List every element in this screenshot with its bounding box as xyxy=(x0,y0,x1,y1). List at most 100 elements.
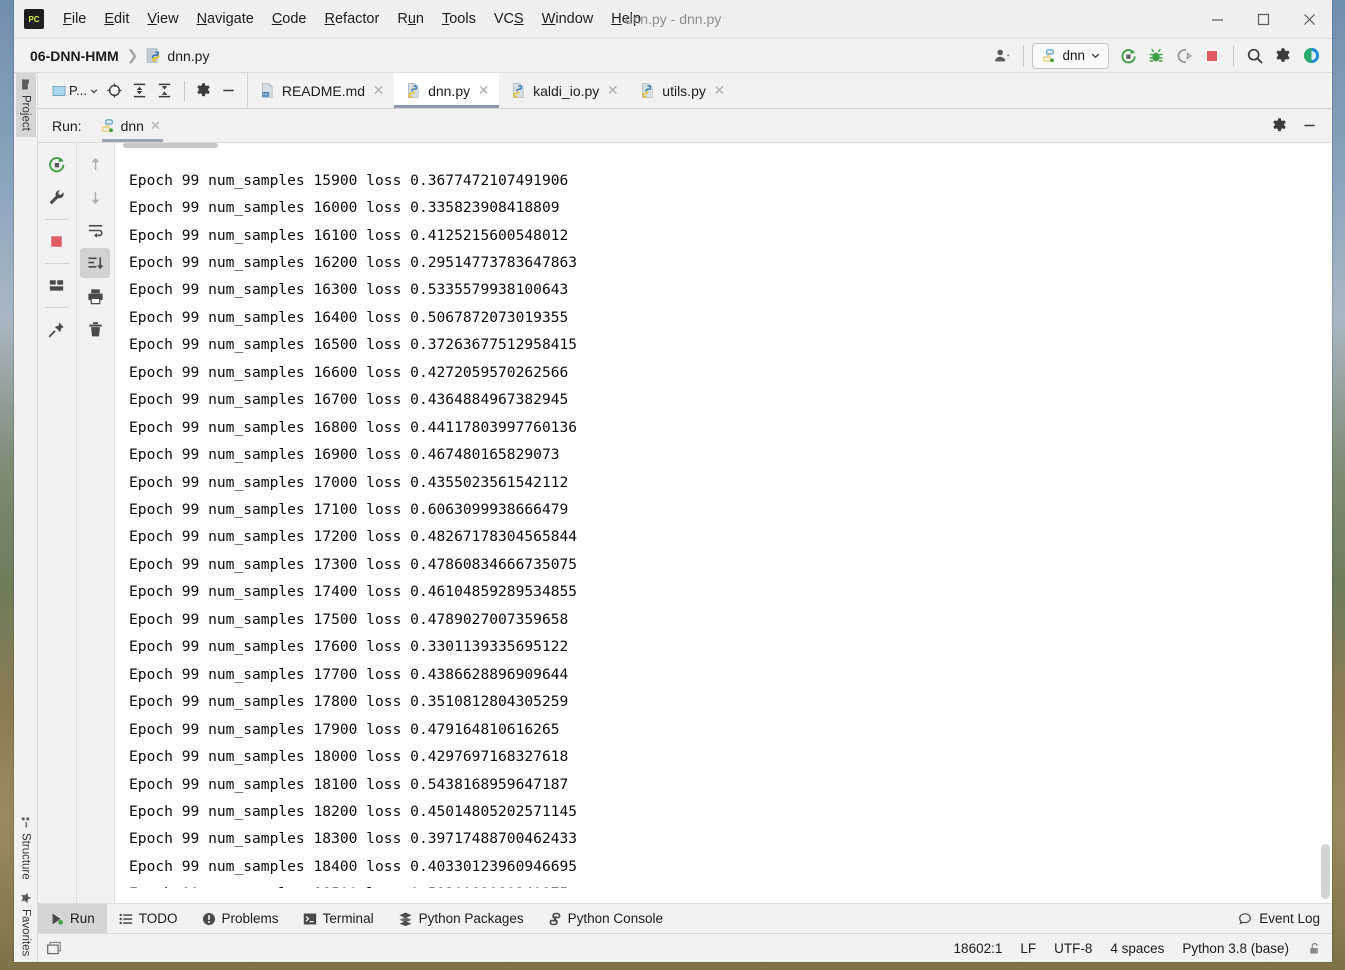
sidebar-item-structure[interactable]: Structure xyxy=(16,811,36,886)
gear-icon[interactable] xyxy=(1266,113,1292,139)
menu-edit[interactable]: Edit xyxy=(95,0,138,38)
wrench-icon[interactable] xyxy=(42,182,72,212)
pin-icon[interactable] xyxy=(42,314,72,344)
menu-tools[interactable]: Tools xyxy=(433,0,485,38)
console-text: Epoch 99 num_samples 15900 loss 0.367747… xyxy=(129,171,578,889)
python-run-icon xyxy=(100,118,115,133)
locate-icon[interactable] xyxy=(103,79,127,103)
close-tab-icon[interactable]: ✕ xyxy=(477,82,490,99)
menu-run[interactable]: Run xyxy=(388,0,433,38)
search-icon[interactable] xyxy=(1242,43,1268,69)
navigation-bar: 06-DNN-HMM ❯ dnn.py dnn xyxy=(14,39,1332,73)
menu-file[interactable]: File xyxy=(54,0,95,38)
project-view-label: P... xyxy=(69,83,87,98)
menu-help[interactable]: Help xyxy=(602,0,650,38)
tool-button-problems[interactable]: Problems xyxy=(190,904,291,933)
tool-button-python-packages[interactable]: Python Packages xyxy=(386,904,536,933)
rerun-icon[interactable] xyxy=(42,149,72,179)
minimize-icon[interactable] xyxy=(1194,0,1240,38)
scrollbar-thumb[interactable] xyxy=(1321,844,1330,899)
caret-position[interactable]: 18602:1 xyxy=(954,941,1003,956)
stop-icon[interactable] xyxy=(42,226,72,256)
tool-button-todo[interactable]: TODO xyxy=(107,904,190,933)
run-icon[interactable] xyxy=(1115,43,1141,69)
menu-view[interactable]: View xyxy=(138,0,187,38)
stop-icon[interactable] xyxy=(1199,43,1225,69)
navbar-actions: dnn xyxy=(989,42,1332,69)
run-tab-dnn[interactable]: dnn ✕ xyxy=(98,109,167,142)
gear-icon[interactable] xyxy=(192,79,216,103)
file-encoding[interactable]: UTF-8 xyxy=(1054,941,1092,956)
ide-window: File Edit View Navigate Code Refactor Ru… xyxy=(14,0,1332,962)
line-separator[interactable]: LF xyxy=(1020,941,1036,956)
editor-tab-utils[interactable]: utils.py ✕ xyxy=(628,73,735,108)
settings-icon[interactable] xyxy=(1270,43,1296,69)
run-window-label: Run: xyxy=(52,117,82,134)
hide-panel-icon[interactable] xyxy=(1296,113,1322,139)
main-menu: File Edit View Navigate Code Refactor Ru… xyxy=(54,0,650,38)
tool-button-terminal[interactable]: Terminal xyxy=(291,904,386,933)
layout-icon[interactable] xyxy=(42,270,72,300)
close-tab-icon[interactable]: ✕ xyxy=(372,82,385,99)
sidebar-divider xyxy=(44,219,69,220)
account-icon[interactable] xyxy=(989,43,1015,69)
editor-tab-readme[interactable]: MD README.md ✕ xyxy=(248,73,394,108)
tool-button-label: Problems xyxy=(221,911,279,926)
markdown-file-icon: MD xyxy=(260,83,275,98)
project-view-selector[interactable]: P... xyxy=(48,79,102,103)
menu-window[interactable]: Window xyxy=(533,0,603,38)
scroll-to-end-icon[interactable] xyxy=(80,248,111,278)
menu-vcs[interactable]: VCS xyxy=(485,0,533,38)
breadcrumb-project[interactable]: 06-DNN-HMM xyxy=(30,48,119,64)
run-icon xyxy=(50,912,64,926)
event-log-button[interactable]: Event Log xyxy=(1238,911,1320,926)
menu-refactor[interactable]: Refactor xyxy=(316,0,389,38)
chevron-down-icon xyxy=(1091,53,1100,59)
chevron-down-icon xyxy=(90,88,98,93)
breadcrumb-file[interactable]: dnn.py xyxy=(146,48,209,64)
editor-tab-label: kaldi_io.py xyxy=(533,82,600,99)
soft-wrap-icon[interactable] xyxy=(80,215,110,245)
sidebar-item-project[interactable]: Project xyxy=(15,73,36,137)
menu-code[interactable]: Code xyxy=(263,0,316,38)
updates-icon[interactable] xyxy=(1298,43,1324,69)
run-tab-label: dnn xyxy=(120,117,144,134)
python-interpreter[interactable]: Python 3.8 (base) xyxy=(1182,941,1289,956)
svg-text:MD: MD xyxy=(262,92,268,97)
tool-button-python-console[interactable]: Python Console xyxy=(536,904,675,933)
run-window-sidebar xyxy=(38,143,115,903)
run-window-header-actions xyxy=(1266,113,1332,139)
python-file-icon xyxy=(511,83,526,98)
trash-icon[interactable] xyxy=(80,314,110,344)
close-tab-icon[interactable]: ✕ xyxy=(713,82,726,99)
editor-tab-kaldi-io[interactable]: kaldi_io.py ✕ xyxy=(499,73,628,108)
arrow-down-icon[interactable] xyxy=(80,182,110,212)
run-actions-column xyxy=(38,143,76,903)
close-run-tab-icon[interactable]: ✕ xyxy=(150,118,161,134)
coverage-icon[interactable] xyxy=(1171,43,1197,69)
tool-button-run[interactable]: Run xyxy=(38,904,107,933)
indent-setting[interactable]: 4 spaces xyxy=(1110,941,1164,956)
windows-icon[interactable] xyxy=(46,940,63,957)
close-tab-icon[interactable]: ✕ xyxy=(606,82,619,99)
arrow-up-icon[interactable] xyxy=(80,149,110,179)
editor-tab-label: README.md xyxy=(281,82,366,99)
python-file-icon xyxy=(406,83,421,98)
console-horizontal-scrollbar[interactable] xyxy=(123,143,218,148)
close-icon[interactable] xyxy=(1286,0,1332,38)
expand-all-icon[interactable] xyxy=(128,79,152,103)
print-icon[interactable] xyxy=(80,281,110,311)
run-window-header: Run: dnn ✕ xyxy=(38,109,1332,143)
unlocked-icon[interactable] xyxy=(1307,941,1322,956)
collapse-all-icon[interactable] xyxy=(153,79,177,103)
hide-panel-icon[interactable] xyxy=(217,79,241,103)
run-configuration-selector[interactable]: dnn xyxy=(1032,42,1109,69)
console-vertical-scrollbar[interactable] xyxy=(1319,143,1332,903)
console-output-area[interactable]: Epoch 99 num_samples 15900 loss 0.367747… xyxy=(115,143,1332,903)
editor-tab-dnn[interactable]: dnn.py ✕ xyxy=(394,73,500,108)
run-window-body: Epoch 99 num_samples 15900 loss 0.367747… xyxy=(38,143,1332,903)
sidebar-item-favorites[interactable]: Favorites xyxy=(16,886,36,962)
debug-icon[interactable] xyxy=(1143,43,1169,69)
maximize-icon[interactable] xyxy=(1240,0,1286,38)
menu-navigate[interactable]: Navigate xyxy=(188,0,263,38)
